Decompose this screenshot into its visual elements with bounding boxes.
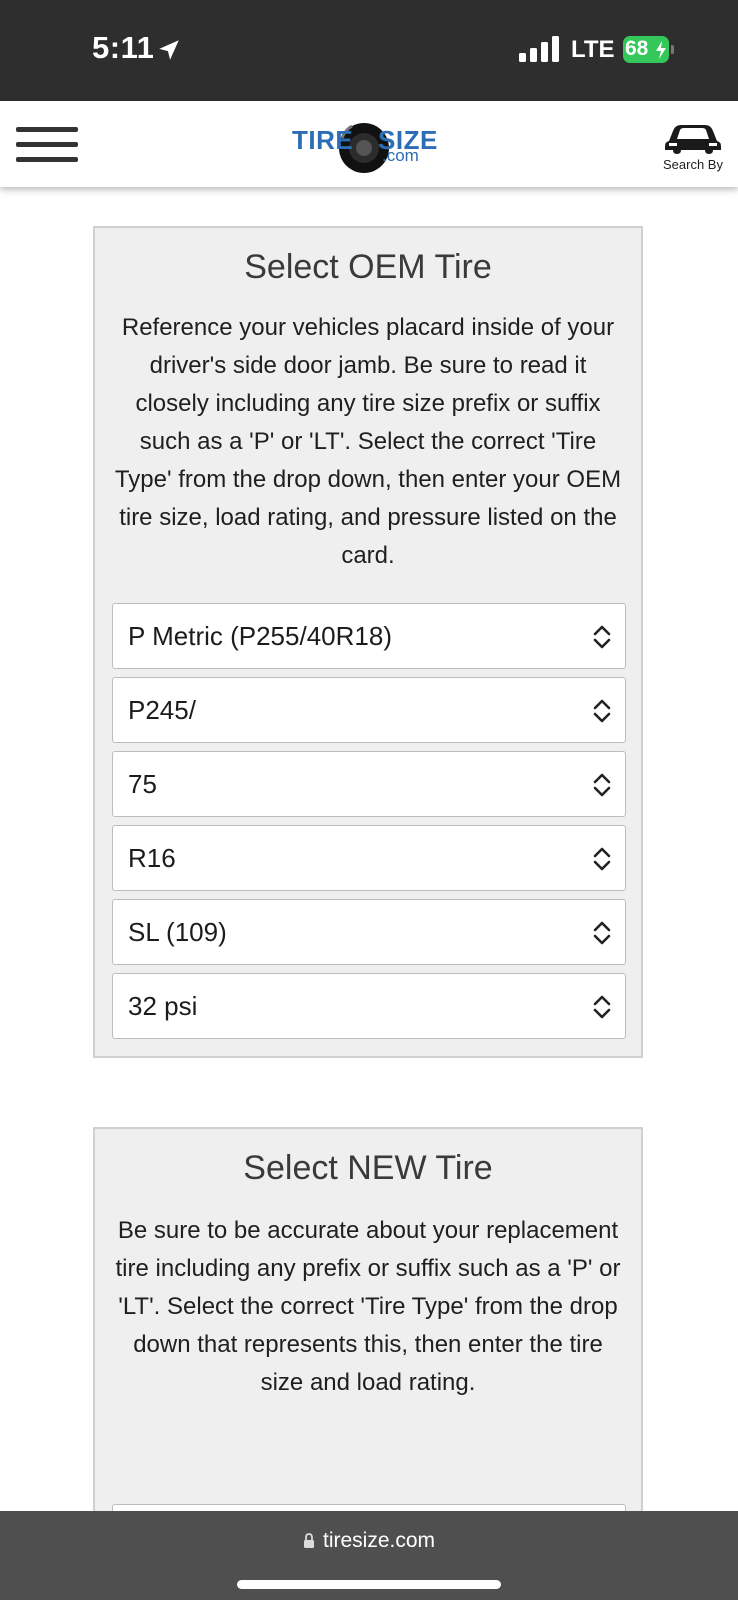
- up-down-chevron-icon: [593, 699, 611, 723]
- search-by-label: Search By: [663, 157, 723, 172]
- select-value: R16: [128, 843, 176, 873]
- home-indicator[interactable]: [237, 1580, 501, 1589]
- browser-address-bar[interactable]: tiresize.com: [0, 1511, 738, 1600]
- up-down-chevron-icon: [593, 921, 611, 945]
- new-card-title: Select NEW Tire: [243, 1149, 493, 1187]
- up-down-chevron-icon: [593, 625, 611, 649]
- url-text: tiresize.com: [322, 1529, 436, 1552]
- load-rating-select[interactable]: SL (109): [112, 899, 626, 965]
- select-value: P245/: [128, 695, 196, 725]
- oem-card-title: Select OEM Tire: [244, 248, 492, 286]
- lock-icon: [303, 1533, 314, 1548]
- select-value: P Metric (P255/40R18): [128, 621, 392, 651]
- up-down-chevron-icon: [593, 995, 611, 1019]
- battery-level: 68: [625, 37, 649, 60]
- hamburger-menu-button[interactable]: [16, 125, 78, 165]
- select-new-tire-card: Select NEW Tire Be sure to be accurate a…: [93, 1127, 643, 1527]
- select-value: SL (109): [128, 917, 227, 947]
- location-arrow-icon: [159, 40, 179, 60]
- network-type: LTE: [571, 36, 615, 63]
- oem-card-description: Reference your vehicles placard inside o…: [114, 314, 622, 569]
- pressure-select[interactable]: 32 psi: [112, 973, 626, 1039]
- charging-bolt-icon: [656, 41, 666, 59]
- tire-type-select[interactable]: P Metric (P255/40R18): [112, 603, 626, 669]
- select-oem-tire-card: Select OEM Tire Reference your vehicles …: [93, 226, 643, 1058]
- width-select[interactable]: P245/: [112, 677, 626, 743]
- status-bar: 5:11 LTE 68: [0, 0, 738, 101]
- battery-icon: 68: [623, 36, 675, 63]
- site-header: TIRE SIZE .com Search By: [0, 101, 738, 187]
- new-card-description: Be sure to be accurate about your replac…: [115, 1217, 621, 1396]
- logo-text-suffix: .com: [382, 146, 419, 165]
- up-down-chevron-icon: [593, 773, 611, 797]
- tiresize-logo[interactable]: TIRE SIZE .com: [290, 116, 450, 176]
- up-down-chevron-icon: [593, 847, 611, 871]
- oem-select-group: P Metric (P255/40R18) P245/ 75 R16 SL (1…: [112, 603, 626, 1047]
- select-value: 75: [128, 769, 157, 799]
- search-by-vehicle-button[interactable]: Search By: [656, 119, 730, 177]
- aspect-ratio-select[interactable]: 75: [112, 751, 626, 817]
- cellular-signal-icon: [519, 36, 559, 62]
- rim-size-select[interactable]: R16: [112, 825, 626, 891]
- logo-text-tire: TIRE: [292, 125, 354, 155]
- car-icon: [665, 125, 721, 154]
- select-value: 32 psi: [128, 991, 198, 1021]
- status-time: 5:11: [92, 30, 155, 65]
